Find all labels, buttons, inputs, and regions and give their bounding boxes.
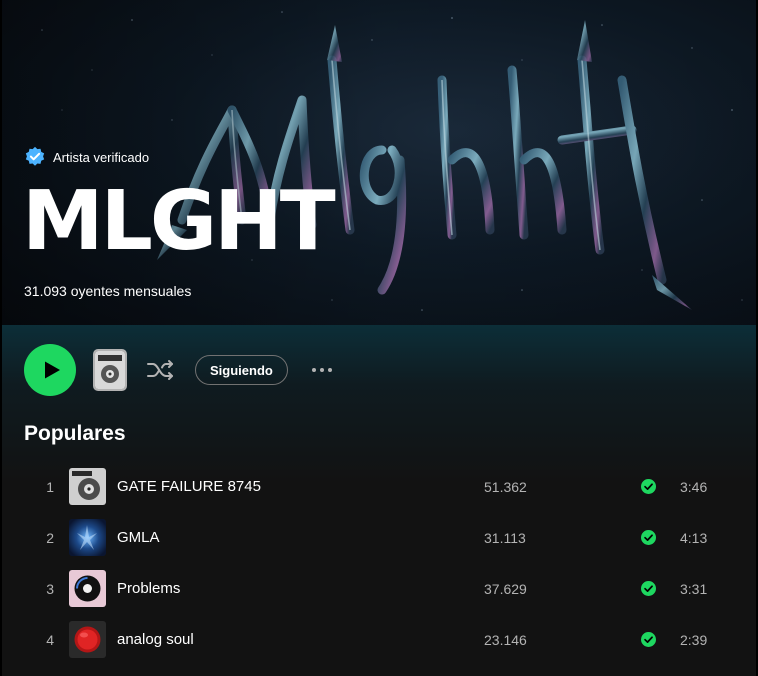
artist-banner: Artista verificado MLGHT 31.093 oyentes … (2, 0, 756, 325)
play-button[interactable] (24, 344, 76, 396)
play-icon (44, 361, 60, 379)
track-number: 4 (46, 631, 54, 648)
track-number: 1 (46, 478, 54, 495)
track-row[interactable]: 1 GATE FAILURE 8745 51.362 3:46 (24, 461, 734, 512)
verified-label: Artista verificado (53, 149, 150, 165)
artist-page: Artista verificado MLGHT 31.093 oyentes … (0, 0, 758, 676)
popular-tracks-list: 1 GATE FAILURE 8745 51.362 3:46 2 GMLA 3… (24, 461, 734, 665)
track-play-count: 37.629 (484, 580, 527, 597)
album-cover-icon (95, 351, 125, 389)
saved-check-icon[interactable] (641, 581, 656, 596)
artist-name: MLGHT (22, 174, 336, 269)
track-play-count: 31.113 (484, 529, 526, 546)
track-title[interactable]: GMLA (117, 529, 160, 546)
track-duration: 3:46 (680, 478, 708, 495)
track-play-count: 51.362 (484, 478, 527, 495)
monthly-listeners: 31.093 oyentes mensuales (24, 283, 192, 299)
track-duration: 2:39 (680, 631, 708, 648)
verified-artist-badge: Artista verificado (24, 146, 149, 168)
track-duration: 3:31 (680, 580, 708, 597)
more-options-button[interactable] (308, 356, 336, 384)
track-cover-image (69, 468, 106, 505)
following-button[interactable]: Siguiendo (195, 355, 288, 385)
popular-section-title: Populares (24, 422, 126, 445)
artist-preview-thumbnail[interactable] (93, 349, 127, 391)
saved-check-icon[interactable] (641, 530, 656, 545)
track-duration: 4:13 (680, 529, 708, 546)
track-title[interactable]: Problems (117, 580, 180, 597)
verified-icon (25, 146, 45, 166)
action-area: Siguiendo Populares 1 GATE FAILURE 8745 … (2, 325, 756, 676)
track-row[interactable]: 3 Problems 37.629 3:31 (24, 563, 734, 614)
track-number: 2 (46, 529, 54, 546)
track-play-count: 23.146 (484, 631, 527, 648)
track-cover-image (69, 519, 106, 556)
track-title[interactable]: GATE FAILURE 8745 (117, 478, 261, 495)
more-icon (311, 368, 316, 372)
track-number: 3 (46, 580, 54, 597)
shuffle-button[interactable] (145, 354, 177, 386)
track-cover-image (69, 570, 106, 607)
track-row[interactable]: 2 GMLA 31.113 4:13 (24, 512, 734, 563)
saved-check-icon[interactable] (641, 479, 656, 494)
track-title[interactable]: analog soul (117, 631, 194, 648)
shuffle-icon (147, 360, 173, 380)
action-bar: Siguiendo (24, 344, 336, 396)
track-row[interactable]: 4 analog soul 23.146 2:39 (24, 614, 734, 665)
track-cover-image (69, 621, 106, 658)
saved-check-icon[interactable] (641, 632, 656, 647)
